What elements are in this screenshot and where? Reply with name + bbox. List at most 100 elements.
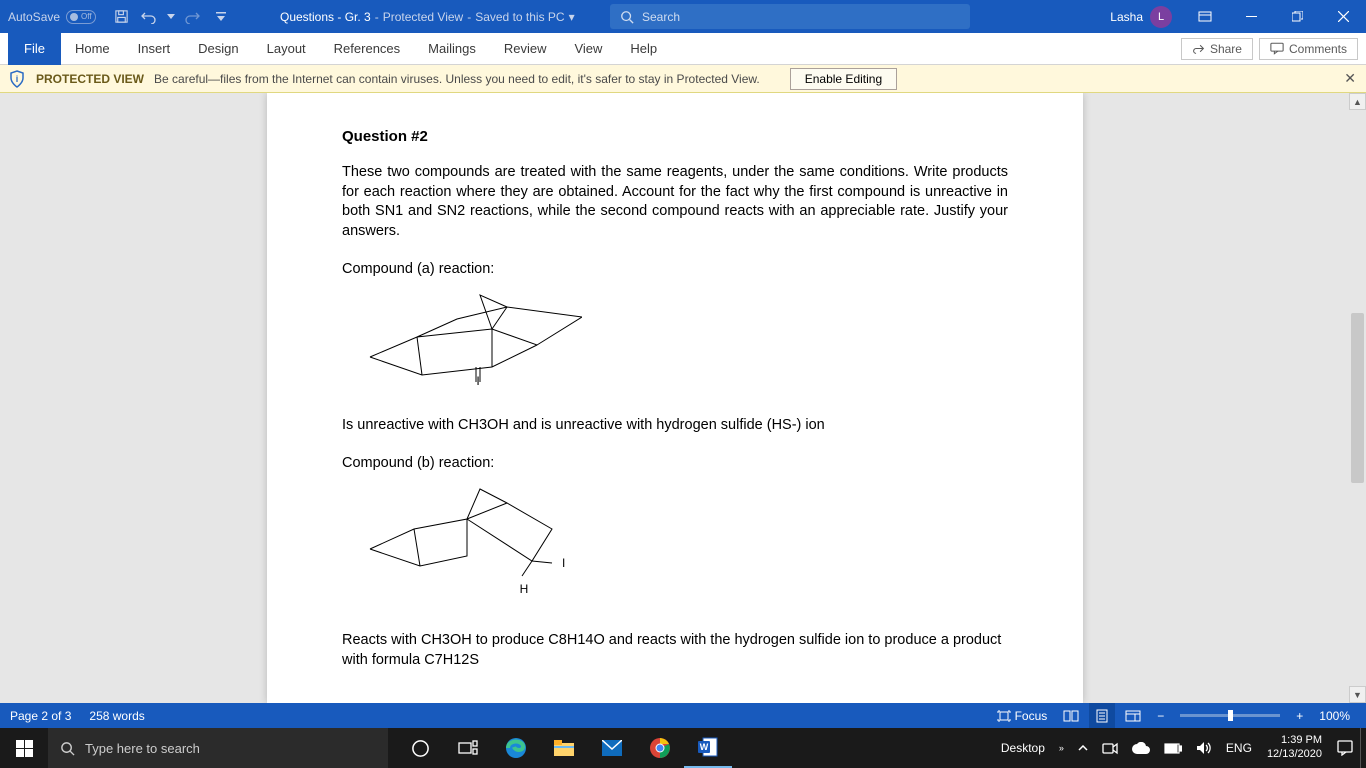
- close-button[interactable]: [1320, 0, 1366, 33]
- start-button[interactable]: [0, 728, 48, 768]
- minimize-button[interactable]: [1228, 0, 1274, 33]
- print-layout-button[interactable]: [1089, 703, 1115, 728]
- svg-text:i: i: [16, 74, 19, 84]
- system-tray: Desktop » ENG 1:39 PM 12/13/2020: [994, 728, 1366, 768]
- zoom-out-button[interactable]: −: [1151, 703, 1170, 728]
- taskbar: Type here to search W Desktop » ENG 1:39…: [0, 728, 1366, 768]
- tray-chevron-icon[interactable]: [1071, 728, 1095, 768]
- focus-mode-button[interactable]: Focus: [991, 703, 1054, 728]
- tab-references[interactable]: References: [320, 33, 414, 65]
- autosave-group: AutoSave Off: [0, 10, 104, 24]
- tab-design[interactable]: Design: [184, 33, 252, 65]
- compound-b-label: Compound (b) reaction:: [342, 455, 1008, 471]
- edge-icon[interactable]: [492, 728, 540, 768]
- maximize-button[interactable]: [1274, 0, 1320, 33]
- zoom-slider[interactable]: [1180, 714, 1280, 717]
- window-title: Questions - Gr. 3 - Protected View - Sav…: [280, 10, 575, 24]
- volume-icon[interactable]: [1189, 728, 1219, 768]
- status-left: Page 2 of 3 258 words: [10, 709, 145, 723]
- language-indicator[interactable]: ENG: [1219, 728, 1259, 768]
- meet-now-icon[interactable]: [1095, 728, 1125, 768]
- autosave-label: AutoSave: [8, 10, 60, 24]
- desktop-label[interactable]: Desktop: [994, 728, 1052, 768]
- title-bar: AutoSave Off Questions - Gr. 3 - Protect…: [0, 0, 1366, 33]
- zoom-in-button[interactable]: +: [1290, 703, 1309, 728]
- search-placeholder: Search: [642, 10, 680, 24]
- taskbar-apps: W: [396, 728, 732, 768]
- svg-text:I: I: [476, 374, 479, 387]
- word-count[interactable]: 258 words: [89, 709, 144, 723]
- compound-b-result: Reacts with CH3OH to produce C8H14O and …: [342, 631, 1008, 670]
- action-center-icon[interactable]: [1330, 728, 1360, 768]
- date: 12/13/2020: [1267, 748, 1322, 762]
- user-name: Lasha: [1110, 10, 1143, 24]
- comment-icon: [1270, 42, 1284, 55]
- redo-icon[interactable]: [180, 4, 206, 30]
- ribbon-tabs: File Home Insert Design Layout Reference…: [0, 33, 1366, 65]
- save-icon[interactable]: [108, 4, 134, 30]
- file-explorer-icon[interactable]: [540, 728, 588, 768]
- comments-button[interactable]: Comments: [1259, 38, 1358, 60]
- tab-layout[interactable]: Layout: [253, 33, 320, 65]
- user-account[interactable]: Lasha L: [1100, 6, 1182, 28]
- search-icon: [620, 10, 634, 24]
- svg-text:I: I: [562, 556, 565, 570]
- read-mode-button[interactable]: [1057, 703, 1085, 728]
- scroll-thumb[interactable]: [1351, 313, 1364, 483]
- undo-dropdown-icon[interactable]: [164, 4, 178, 30]
- question-intro: These two compounds are treated with the…: [342, 163, 1008, 241]
- web-layout-button[interactable]: [1119, 703, 1147, 728]
- tray-overflow-icon[interactable]: »: [1052, 728, 1071, 768]
- tab-mailings[interactable]: Mailings: [414, 33, 490, 65]
- ribbon-right: Share Comments: [1181, 38, 1358, 60]
- compound-a-label: Compound (a) reaction:: [342, 261, 1008, 277]
- shield-icon: i: [8, 70, 26, 88]
- page-indicator[interactable]: Page 2 of 3: [10, 709, 71, 723]
- cortana-icon[interactable]: [396, 728, 444, 768]
- document-content: Question #2 These two compounds are trea…: [267, 93, 1083, 670]
- document-area: ▲ ▼ Question #2 These two compounds are …: [0, 93, 1366, 703]
- taskbar-search-placeholder: Type here to search: [85, 741, 200, 756]
- close-icon[interactable]: ✕: [1344, 70, 1356, 87]
- quick-access-toolbar: [104, 4, 238, 30]
- protected-view-msg: Be careful—files from the Internet can c…: [154, 72, 760, 86]
- svg-text:H: H: [520, 582, 529, 596]
- protected-view-title: PROTECTED VIEW: [36, 72, 144, 86]
- show-desktop-button[interactable]: [1360, 728, 1366, 768]
- customize-qat-icon[interactable]: [208, 4, 234, 30]
- word-icon[interactable]: W: [684, 728, 732, 768]
- windows-icon: [16, 740, 33, 757]
- tab-review[interactable]: Review: [490, 33, 561, 65]
- status-bar: Page 2 of 3 258 words Focus − + 100%: [0, 703, 1366, 728]
- compound-a-result: Is unreactive with CH3OH and is unreacti…: [342, 417, 1008, 433]
- scroll-up-button[interactable]: ▲: [1349, 93, 1366, 110]
- mail-icon[interactable]: [588, 728, 636, 768]
- ribbon-display-icon[interactable]: [1182, 0, 1228, 33]
- clock[interactable]: 1:39 PM 12/13/2020: [1259, 734, 1330, 762]
- scroll-down-button[interactable]: ▼: [1349, 686, 1366, 703]
- chevron-down-icon[interactable]: ▾: [569, 10, 575, 24]
- tab-help[interactable]: Help: [616, 33, 671, 65]
- compound-b-diagram: I H: [352, 481, 1008, 601]
- tab-file[interactable]: File: [8, 33, 61, 65]
- search-input[interactable]: Search: [610, 4, 970, 29]
- autosave-toggle[interactable]: Off: [66, 10, 96, 24]
- tab-view[interactable]: View: [560, 33, 616, 65]
- title-right: Lasha L: [1100, 0, 1366, 33]
- saved-label: Saved to this PC: [475, 10, 564, 24]
- status-right: Focus − + 100%: [991, 703, 1356, 728]
- question-title: Question #2: [342, 128, 1008, 145]
- zoom-level[interactable]: 100%: [1313, 709, 1356, 723]
- onedrive-icon[interactable]: [1125, 728, 1157, 768]
- taskbar-search[interactable]: Type here to search: [48, 728, 388, 768]
- chrome-icon[interactable]: [636, 728, 684, 768]
- share-button[interactable]: Share: [1181, 38, 1253, 60]
- enable-editing-button[interactable]: Enable Editing: [790, 68, 897, 90]
- svg-text:W: W: [700, 742, 709, 752]
- task-view-icon[interactable]: [444, 728, 492, 768]
- tab-insert[interactable]: Insert: [124, 33, 185, 65]
- search-icon: [60, 741, 75, 756]
- undo-icon[interactable]: [136, 4, 162, 30]
- tab-home[interactable]: Home: [61, 33, 124, 65]
- battery-icon[interactable]: [1157, 728, 1189, 768]
